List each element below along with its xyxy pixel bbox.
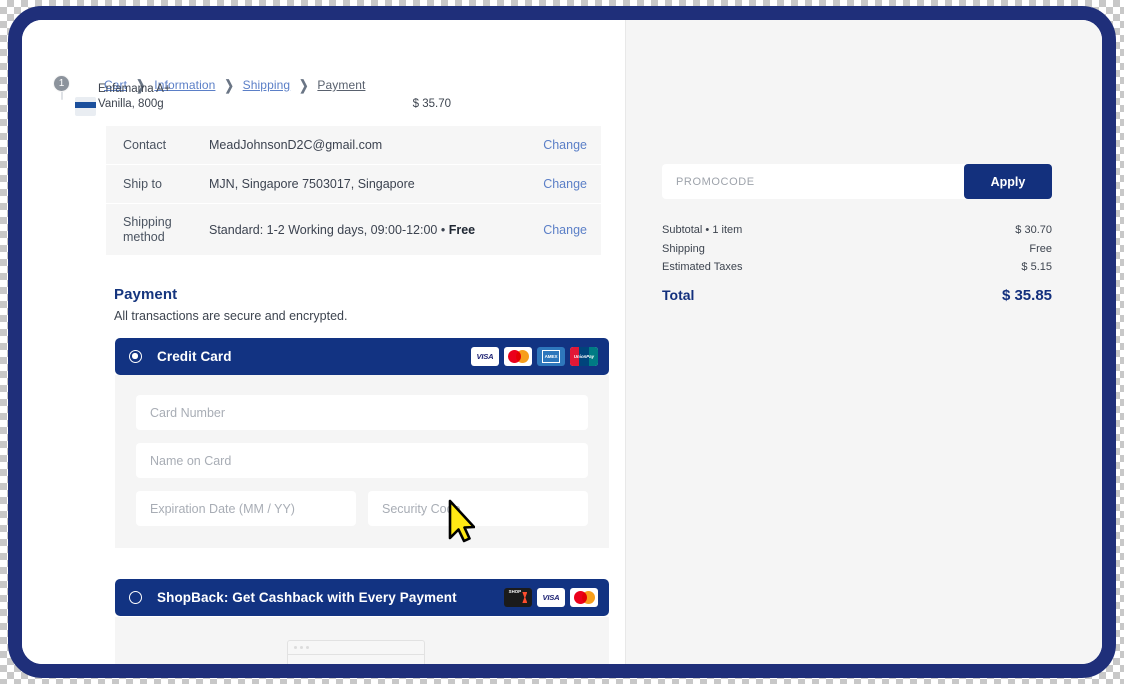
payment-section-subtitle: All transactions are secure and encrypte… xyxy=(114,309,347,323)
grand-total-row: Total $ 35.85 xyxy=(662,287,1052,304)
shipping-method-label: Shipping method xyxy=(123,215,209,245)
product-variant: Vanilla, 800g xyxy=(98,98,164,110)
contact-change-link[interactable]: Change xyxy=(543,138,587,152)
quantity-badge: 1 xyxy=(53,75,70,92)
taxes-label: Estimated Taxes xyxy=(662,261,743,273)
product-details: Enfamama A+ Vanilla, 800g xyxy=(98,82,413,112)
credit-card-header[interactable]: Credit Card VISA AMEX UnionPay xyxy=(115,338,609,375)
order-line-item: 1 Enfamama A+ Vanilla, 800g $ 35.70 xyxy=(61,82,451,112)
apply-promo-button[interactable]: Apply xyxy=(964,164,1052,199)
shopback-header[interactable]: ShopBack: Get Cashback with Every Paymen… xyxy=(115,579,609,616)
visa-icon: VISA xyxy=(537,588,565,607)
payment-section-title: Payment xyxy=(114,286,177,303)
product-thumbnail-wrap: 1 xyxy=(61,82,63,100)
ship-to-change-link[interactable]: Change xyxy=(543,177,587,191)
shipping-row: Shipping Free xyxy=(662,243,1052,255)
grand-total-value: $ 35.85 xyxy=(1002,287,1052,304)
ship-to-label: Ship to xyxy=(123,177,209,192)
browser-frame: Cart ❯ Information ❯ Shipping ❯ Payment … xyxy=(8,6,1116,678)
checkout-left-column: Cart ❯ Information ❯ Shipping ❯ Payment … xyxy=(22,20,625,664)
grand-total-label: Total xyxy=(662,287,694,303)
shopback-label: ShopBack: Get Cashback with Every Paymen… xyxy=(157,590,457,605)
expiration-date-input[interactable]: Expiration Date (MM / YY) xyxy=(136,491,356,526)
subtotal-value: $ 30.70 xyxy=(1015,224,1052,236)
shipping-method-row: Shipping method Standard: 1-2 Working da… xyxy=(106,204,601,255)
credit-card-label: Credit Card xyxy=(157,349,232,364)
amex-icon: AMEX xyxy=(537,347,565,366)
content-placeholder xyxy=(115,617,609,664)
payment-method-shopback: ShopBack: Get Cashback with Every Paymen… xyxy=(115,579,609,616)
order-info-block: Contact MeadJohnsonD2C@gmail.com Change … xyxy=(106,126,601,255)
browser-window-placeholder-icon xyxy=(287,640,425,664)
shipping-label: Shipping xyxy=(662,243,705,255)
security-code-input[interactable]: Security Code xyxy=(368,491,588,526)
payment-method-credit-card: Credit Card VISA AMEX UnionPay Card Numb… xyxy=(115,338,609,548)
subtotal-row: Subtotal • 1 item $ 30.70 xyxy=(662,224,1052,236)
checkout-page: Cart ❯ Information ❯ Shipping ❯ Payment … xyxy=(22,20,1102,664)
mastercard-icon xyxy=(570,588,598,607)
ship-to-row: Ship to MJN, Singapore 7503017, Singapor… xyxy=(106,165,601,204)
card-number-input[interactable]: Card Number xyxy=(136,395,588,430)
contact-label: Contact xyxy=(123,138,209,153)
credit-card-brand-icons: VISA AMEX UnionPay xyxy=(471,347,598,366)
ship-to-value: MJN, Singapore 7503017, Singapore xyxy=(209,177,543,191)
shipping-method-change-link[interactable]: Change xyxy=(543,223,587,237)
taxes-value: $ 5.15 xyxy=(1021,261,1052,273)
subtotal-label: Subtotal • 1 item xyxy=(662,224,742,236)
order-summary-panel xyxy=(625,20,1102,664)
shopback-brand-icons: SHOPBACK VISA xyxy=(504,588,598,607)
shipping-value: Free xyxy=(1029,243,1052,255)
order-totals: Subtotal • 1 item $ 30.70 Shipping Free … xyxy=(662,224,1052,304)
contact-value: MeadJohnsonD2C@gmail.com xyxy=(209,138,543,152)
unionpay-icon: UnionPay xyxy=(570,347,598,366)
credit-card-radio[interactable] xyxy=(129,350,142,363)
promo-code-row: PROMOCODE Apply xyxy=(662,164,1052,199)
shipping-method-text: Standard: 1-2 Working days, 09:00-12:00 … xyxy=(209,223,449,237)
promo-code-input[interactable]: PROMOCODE xyxy=(662,164,968,199)
name-on-card-input[interactable]: Name on Card xyxy=(136,443,588,478)
shipping-method-price: Free xyxy=(449,223,475,237)
shipping-method-value: Standard: 1-2 Working days, 09:00-12:00 … xyxy=(209,223,543,237)
credit-card-form: Card Number Name on Card Expiration Date… xyxy=(115,375,609,548)
card-expiry-cvv-row: Expiration Date (MM / YY) Security Code xyxy=(136,491,588,526)
taxes-row: Estimated Taxes $ 5.15 xyxy=(662,261,1052,273)
contact-row: Contact MeadJohnsonD2C@gmail.com Change xyxy=(106,126,601,165)
product-price: $ 35.70 xyxy=(413,98,451,110)
shopback-icon: SHOPBACK xyxy=(504,588,532,607)
visa-icon: VISA xyxy=(471,347,499,366)
product-name: Enfamama A+ xyxy=(98,83,171,95)
mastercard-icon xyxy=(504,347,532,366)
shopback-radio[interactable] xyxy=(129,591,142,604)
placeholder-titlebar xyxy=(288,641,424,655)
